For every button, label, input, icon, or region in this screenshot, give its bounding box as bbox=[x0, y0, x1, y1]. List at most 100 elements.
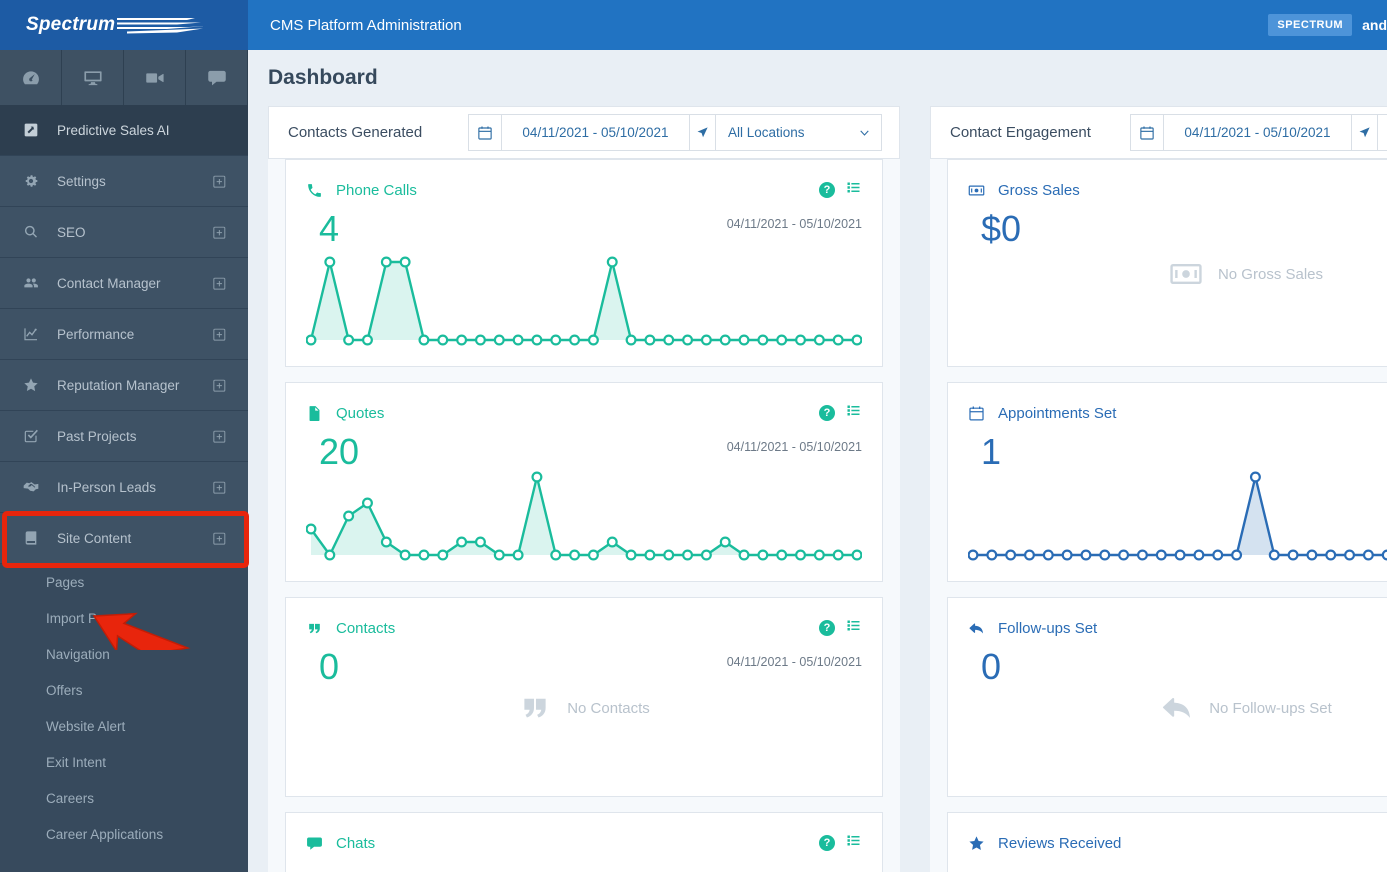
sidebar-item-label: Site Content bbox=[57, 530, 132, 546]
expand-icon[interactable] bbox=[211, 224, 228, 241]
money-icon bbox=[968, 182, 985, 199]
quotes-icon bbox=[518, 691, 552, 725]
expand-icon[interactable] bbox=[211, 377, 228, 394]
reply-icon bbox=[1160, 691, 1194, 725]
sidebar-subitem-navigation[interactable]: Navigation bbox=[0, 636, 248, 672]
calendar-icon bbox=[968, 405, 985, 422]
users-icon bbox=[23, 275, 39, 291]
help-icon[interactable]: ? bbox=[819, 620, 835, 636]
plussquare-icon bbox=[211, 173, 228, 190]
calendar-icon bbox=[477, 125, 493, 141]
card-date-range: 04/11/2021 - 05/10/2021 bbox=[726, 440, 862, 454]
expand-icon[interactable] bbox=[211, 530, 228, 547]
card-date-range: 04/11/2021 - 05/10/2021 bbox=[726, 217, 862, 231]
sidebar-tab-chat[interactable] bbox=[186, 50, 248, 105]
dashboard-icon bbox=[21, 68, 41, 88]
date-picker-button[interactable] bbox=[1131, 115, 1163, 150]
account-badge[interactable]: SPECTRUM bbox=[1268, 14, 1353, 36]
location-select[interactable]: All Locations bbox=[1377, 115, 1387, 150]
sidebar-item-in-person-leads[interactable]: In-Person Leads bbox=[0, 462, 248, 513]
sidebar-tab-video[interactable] bbox=[124, 50, 186, 105]
card-title: Chats bbox=[336, 834, 376, 852]
sidebar-subitem-label: Careers bbox=[46, 790, 95, 806]
empty-state: No Contacts bbox=[286, 691, 882, 725]
list-icon bbox=[845, 179, 862, 196]
help-icon[interactable]: ? bbox=[819, 835, 835, 851]
date-range-value[interactable]: 04/11/2021 - 05/10/2021 bbox=[501, 115, 689, 150]
list-icon bbox=[845, 617, 862, 634]
expand-icon[interactable] bbox=[211, 326, 228, 343]
card-value: 0 bbox=[981, 646, 1002, 687]
search-icon bbox=[23, 224, 39, 240]
sidebar-subitem-label: Pages bbox=[46, 574, 85, 590]
sidebar-item-seo[interactable]: SEO bbox=[0, 207, 248, 258]
sidebar-subitem-careers[interactable]: Careers bbox=[0, 780, 248, 816]
sidebar-subitem-pages[interactable]: Pages bbox=[0, 564, 248, 600]
date-location-controls: 04/11/2021 - 05/10/2021 All Locations bbox=[1130, 114, 1387, 151]
card-title: Gross Sales bbox=[998, 181, 1080, 199]
location-button[interactable] bbox=[1351, 115, 1377, 150]
quotes-icon bbox=[306, 620, 323, 637]
desktop-icon bbox=[83, 68, 103, 88]
sidebar: Predictive Sales AI Settings SEO Contact Ma… bbox=[0, 50, 249, 872]
sidebar-icon-row bbox=[0, 50, 248, 105]
plussquare-icon bbox=[211, 428, 228, 445]
date-picker-button[interactable] bbox=[469, 115, 501, 150]
sidebar-item-performance[interactable]: Performance bbox=[0, 309, 248, 360]
chart-icon bbox=[23, 326, 39, 342]
gear-icon bbox=[23, 173, 39, 189]
list-view-icon[interactable] bbox=[845, 617, 862, 639]
check-icon bbox=[23, 428, 39, 444]
sidebar-subitem-import-pages[interactable]: Import Pages bbox=[0, 600, 248, 636]
sidebar-item-predictive-sales-ai[interactable]: Predictive Sales AI bbox=[0, 105, 248, 156]
expand-icon[interactable] bbox=[211, 275, 228, 292]
sidebar-item-reputation-manager[interactable]: Reputation Manager bbox=[0, 360, 248, 411]
sidebar-subitem-exit-intent[interactable]: Exit Intent bbox=[0, 744, 248, 780]
sidebar-subitem-label: Website Alert bbox=[46, 718, 126, 734]
location-select[interactable]: All Locations bbox=[715, 115, 881, 150]
main-content: Dashboard Contacts Generated 04/11/2021 -… bbox=[248, 50, 1387, 872]
sidebar-subitem-career-applications[interactable]: Career Applications bbox=[0, 816, 248, 852]
sidebar-subitem-offers[interactable]: Offers bbox=[0, 672, 248, 708]
date-range-value[interactable]: 04/11/2021 - 05/10/2021 bbox=[1163, 115, 1351, 150]
empty-state-text: No Contacts bbox=[567, 699, 650, 717]
sidebar-item-label: Settings bbox=[57, 173, 106, 189]
list-view-icon[interactable] bbox=[845, 179, 862, 201]
topbar: Spectrum CMS Platform Administration SPE… bbox=[0, 0, 1387, 50]
sidebar-item-contact-manager[interactable]: Contact Manager bbox=[0, 258, 248, 309]
sidebar-subitem-label: Exit Intent bbox=[46, 754, 107, 770]
empty-state-text: No Follow-ups Set bbox=[1209, 699, 1332, 717]
expand-icon[interactable] bbox=[211, 173, 228, 190]
card-quotes: Quotes? 20 04/11/2021 - 05/10/2021 bbox=[285, 382, 883, 582]
spectrum-logo-text: Spectrum bbox=[26, 14, 116, 35]
sidebar-item-past-projects[interactable]: Past Projects bbox=[0, 411, 248, 462]
predictive-icon bbox=[23, 122, 39, 138]
sidebar-tab-dashboard[interactable] bbox=[0, 50, 62, 105]
username[interactable]: and bbox=[1362, 17, 1387, 33]
help-icon[interactable]: ? bbox=[819, 182, 835, 198]
list-view-icon[interactable] bbox=[845, 402, 862, 424]
location-button[interactable] bbox=[689, 115, 715, 150]
card-chats: Chats? bbox=[285, 812, 883, 872]
sidebar-subitem-website-alert[interactable]: Website Alert bbox=[0, 708, 248, 744]
page-title: Dashboard bbox=[268, 66, 378, 89]
sidebar-item-label: In-Person Leads bbox=[57, 479, 157, 495]
help-icon[interactable]: ? bbox=[819, 405, 835, 421]
video-icon bbox=[145, 68, 165, 88]
money-icon bbox=[1169, 257, 1203, 291]
expand-icon[interactable] bbox=[211, 479, 228, 496]
list-view-icon[interactable] bbox=[845, 832, 862, 854]
calendar-icon bbox=[1139, 125, 1155, 141]
panel-contacts-generated: Contacts Generated 04/11/2021 - 05/10/202… bbox=[268, 106, 900, 872]
sidebar-item-settings[interactable]: Settings bbox=[0, 156, 248, 207]
star-icon bbox=[23, 377, 39, 393]
expand-icon[interactable] bbox=[211, 428, 228, 445]
sidebar-item-site-content[interactable]: Site Content bbox=[0, 513, 248, 564]
plussquare-icon bbox=[211, 326, 228, 343]
card-title: Quotes bbox=[336, 404, 385, 422]
sidebar-tab-desktop[interactable] bbox=[62, 50, 124, 105]
sidebar-subitem-label: Navigation bbox=[46, 646, 110, 662]
chevron-icon bbox=[858, 126, 871, 139]
plussquare-icon bbox=[211, 530, 228, 547]
sidebar-item-label: Reputation Manager bbox=[57, 377, 180, 393]
